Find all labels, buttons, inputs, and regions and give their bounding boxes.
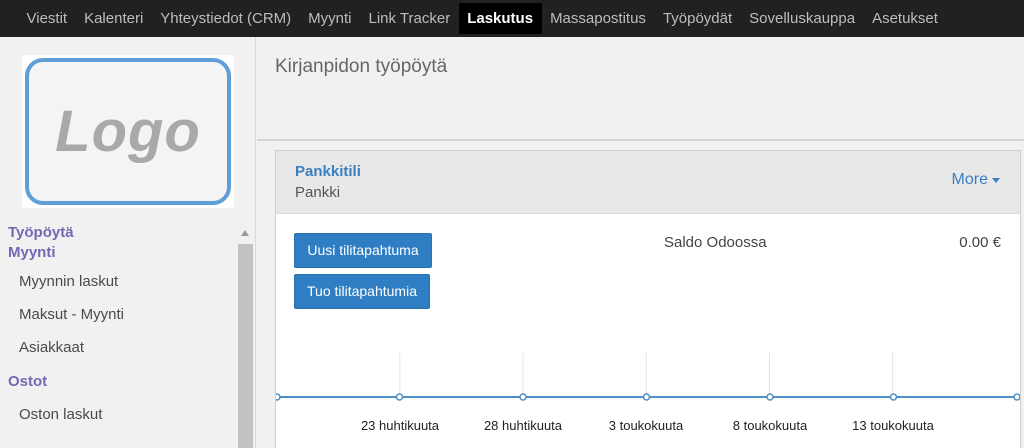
sidebar-item-asiakkaat[interactable]: Asiakkaat [0, 331, 236, 364]
nav-item-asetukset[interactable]: Asetukset [864, 3, 947, 34]
chart-tick-label: 23 huhtikuuta [361, 418, 440, 433]
sidebar-item-oston-laskut[interactable]: Oston laskut [0, 398, 236, 431]
sidebar-scrollbar[interactable] [238, 230, 254, 448]
sidebar-item-myynnin-laskut[interactable]: Myynnin laskut [0, 265, 236, 298]
chart-tick-label: 8 toukokuuta [733, 418, 808, 433]
main-content: Kirjanpidon työpöytä Pankkitili Pankki M… [257, 37, 1024, 448]
nav-item-massapostitus[interactable]: Massapostitus [542, 3, 655, 34]
logo-text: Logo [55, 99, 201, 164]
chart-point[interactable] [889, 393, 898, 401]
balance-line-chart: 23 huhtikuuta 28 huhtikuuta 3 toukokuuta 8 … [276, 353, 1020, 433]
sidebar-section-myynti[interactable]: Myynti [0, 243, 236, 263]
chart-tick-label: 28 huhtikuuta [484, 418, 563, 433]
nav-item-kalenteri[interactable]: Kalenteri [76, 3, 152, 34]
chart-point[interactable] [642, 393, 651, 401]
sidebar-section-ostot[interactable]: Ostot [0, 372, 236, 392]
card-title[interactable]: Pankkitili [295, 163, 361, 180]
bank-account-card: Pankkitili Pankki More Uusi tilitapahtum… [275, 150, 1021, 448]
card-subtitle: Pankki [295, 184, 341, 201]
sidebar-section-tyopoyta[interactable]: Työpöytä [0, 223, 236, 243]
more-dropdown[interactable]: More [952, 171, 1000, 189]
chart-point[interactable] [395, 393, 404, 401]
nav-item-laskutus[interactable]: Laskutus [458, 3, 542, 34]
header-divider [257, 139, 1024, 141]
logo-frame: Logo [25, 58, 231, 205]
nav-item-crm[interactable]: Yhteystiedot (CRM) [152, 3, 300, 34]
chart-point[interactable] [276, 393, 281, 401]
chart-tick-label: 13 toukokuuta [852, 418, 934, 433]
sidebar: Logo Työpöytä Myynti Myynnin laskut Maks… [0, 37, 256, 448]
scroll-thumb[interactable] [238, 244, 253, 448]
nav-item-sovelluskauppa[interactable]: Sovelluskauppa [741, 3, 864, 34]
chart-point[interactable] [519, 393, 527, 401]
nav-item-myynti[interactable]: Myynti [300, 3, 360, 34]
sidebar-menu: Työpöytä Myynti Myynnin laskut Maksut - … [0, 223, 236, 431]
caret-down-icon [992, 177, 1000, 183]
nav-item-tyopoydat[interactable]: Työpöydät [654, 3, 740, 34]
card-header: Pankkitili Pankki More [276, 151, 1020, 214]
nav-item-viestit[interactable]: Viestit [18, 3, 76, 34]
saldo-value: 0.00 € [959, 234, 1001, 251]
new-transaction-button[interactable]: Uusi tilitapahtuma [294, 233, 432, 268]
chart-tick-label: 3 toukokuuta [609, 418, 684, 433]
chart-point[interactable] [766, 393, 774, 401]
page-title: Kirjanpidon työpöytä [275, 56, 448, 77]
sidebar-item-maksut-myynti[interactable]: Maksut - Myynti [0, 298, 236, 331]
top-navigation: Viestit Kalenteri Yhteystiedot (CRM) Myy… [0, 0, 1024, 37]
import-transactions-button[interactable]: Tuo tilitapahtumia [294, 274, 430, 309]
saldo-label: Saldo Odoossa [664, 234, 767, 251]
chart-point[interactable] [1013, 393, 1020, 401]
company-logo[interactable]: Logo [22, 55, 234, 208]
scroll-up-arrow-icon[interactable] [241, 230, 249, 236]
more-label: More [951, 171, 988, 188]
nav-item-link-tracker[interactable]: Link Tracker [360, 3, 459, 34]
